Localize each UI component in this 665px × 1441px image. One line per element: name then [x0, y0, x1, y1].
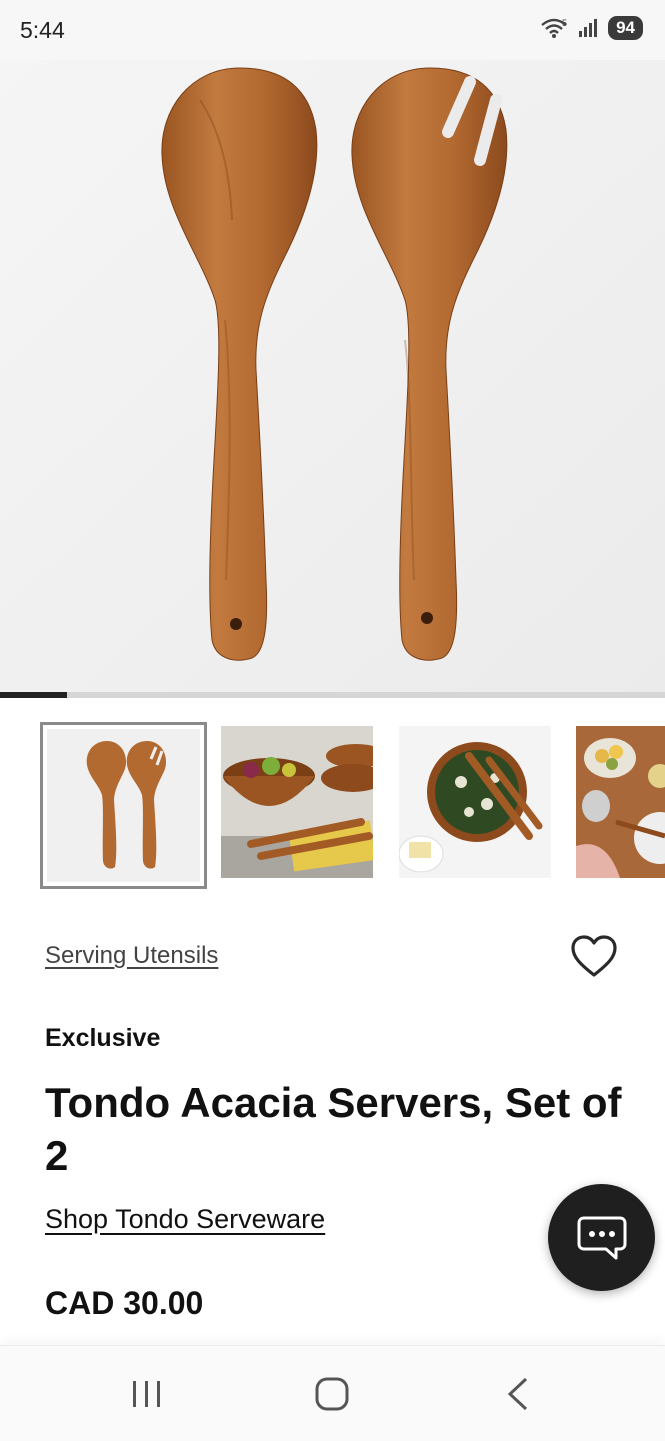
- status-bar: 5:44 5 94: [0, 0, 665, 60]
- exclusive-tag: Exclusive: [45, 1024, 161, 1052]
- back-button[interactable]: [488, 1374, 548, 1414]
- gallery-progress-fill: [0, 692, 67, 698]
- thumbnail-bowls-set[interactable]: [221, 726, 373, 878]
- battery-icon: 94: [608, 16, 643, 40]
- favorite-button[interactable]: [570, 934, 618, 980]
- recent-apps-button[interactable]: [117, 1374, 177, 1414]
- chat-button[interactable]: [548, 1184, 655, 1291]
- thumbnail-strip[interactable]: [0, 722, 665, 889]
- thumbnail-servers[interactable]: [40, 722, 207, 889]
- acacia-servers-illustration: [0, 60, 665, 692]
- thumbnail-salad-image: [399, 726, 551, 878]
- shop-collection-link[interactable]: Shop Tondo Serveware: [45, 1204, 325, 1235]
- home-button[interactable]: [302, 1374, 362, 1414]
- product-title: Tondo Acacia Servers, Set of 2: [45, 1079, 622, 1179]
- recent-apps-icon: [133, 1381, 160, 1407]
- system-nav-bar: [0, 1345, 665, 1441]
- back-icon: [507, 1377, 528, 1411]
- category-link[interactable]: Serving Utensils: [45, 942, 218, 970]
- thumbnail-salad-bowl[interactable]: [399, 726, 551, 878]
- thumbnail-servers-image: [47, 729, 200, 882]
- wifi-icon: 5: [541, 18, 567, 38]
- home-icon: [315, 1377, 349, 1411]
- chat-icon: [577, 1216, 626, 1259]
- signal-icon: [579, 19, 598, 37]
- heart-icon: [571, 935, 617, 977]
- product-hero-image[interactable]: [0, 60, 665, 692]
- status-time: 5:44: [20, 17, 65, 43]
- thumbnail-table-image: [576, 726, 665, 878]
- wifi-band-label: 5: [562, 18, 567, 28]
- product-price: CAD 30.00: [45, 1285, 204, 1321]
- thumbnail-bowls-image: [221, 726, 373, 878]
- gallery-progress: [0, 692, 665, 698]
- thumbnail-table-setting[interactable]: [576, 726, 665, 878]
- status-icons: 5 94: [540, 16, 643, 40]
